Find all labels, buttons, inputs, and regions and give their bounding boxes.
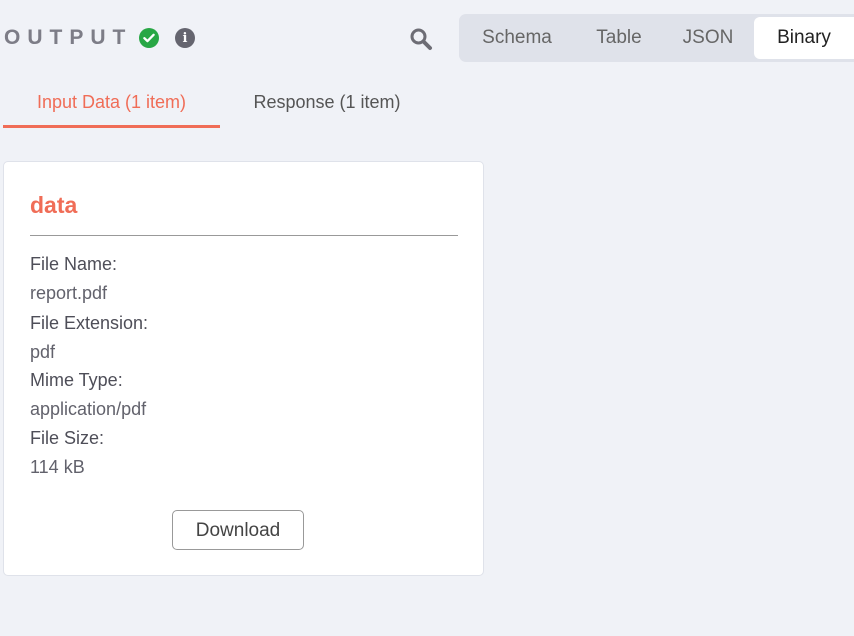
file-size-value: 114 kB bbox=[30, 457, 85, 477]
tab-response[interactable]: Response (1 item) bbox=[230, 88, 424, 128]
mime-type-value: application/pdf bbox=[30, 399, 147, 419]
success-check-icon bbox=[139, 28, 159, 48]
mode-binary-button[interactable]: Binary bbox=[754, 17, 854, 59]
mode-table-button[interactable]: Table bbox=[578, 17, 660, 59]
tab-input-data[interactable]: Input Data (1 item) bbox=[3, 88, 220, 128]
info-glyph: i bbox=[182, 30, 188, 46]
mime-type-label: Mime Type: bbox=[30, 370, 123, 390]
check-mark-icon bbox=[143, 33, 155, 43]
file-name-label: File Name: bbox=[30, 254, 118, 274]
output-header: OUTPUT i Schema Table JSON Binary bbox=[0, 0, 854, 76]
file-name-value: report.pdf bbox=[30, 283, 108, 303]
download-button[interactable]: Download bbox=[172, 510, 304, 550]
file-extension-label: File Extension: bbox=[30, 313, 149, 333]
search-icon bbox=[410, 28, 432, 50]
mode-json-button[interactable]: JSON bbox=[665, 17, 751, 59]
mode-schema-button[interactable]: Schema bbox=[462, 17, 572, 59]
search-button[interactable] bbox=[407, 25, 435, 53]
card-divider bbox=[30, 235, 458, 236]
file-extension-value: pdf bbox=[30, 342, 56, 362]
file-size-label: File Size: bbox=[30, 428, 105, 448]
view-mode-toggle: Schema Table JSON Binary bbox=[459, 14, 854, 62]
info-icon[interactable]: i bbox=[175, 28, 195, 48]
output-title: OUTPUT bbox=[4, 26, 133, 49]
card-title: data bbox=[30, 192, 78, 218]
binary-data-card: data File Name: report.pdf File Extensio… bbox=[3, 161, 484, 576]
